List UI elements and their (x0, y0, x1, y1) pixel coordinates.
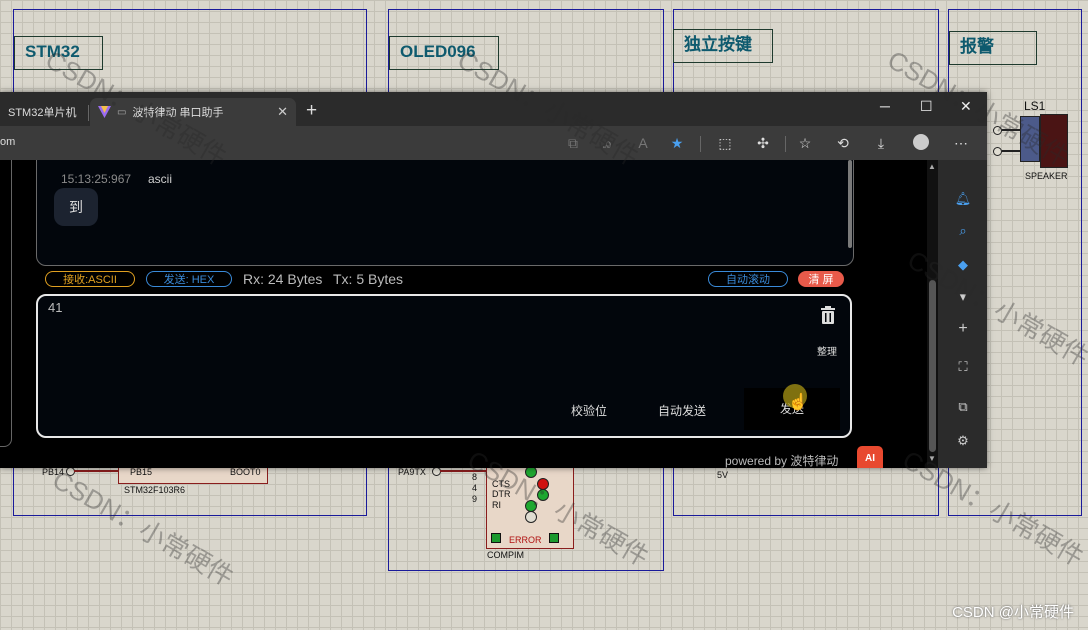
edge-sidebar: 🔔︎ ⌕ ◆ ▾ + ⛶ ⧉ ⚙ (938, 160, 987, 468)
favorites-list-icon[interactable]: ☆ (796, 134, 814, 152)
send-input-panel[interactable]: 41 整理 校验位 自动发送 发送 ☝ (36, 294, 852, 438)
translate-icon[interactable]: A (634, 134, 652, 152)
maximize-button[interactable]: ☐ (920, 98, 933, 115)
url-text[interactable]: om (0, 136, 15, 148)
chevron-down-icon[interactable]: ▾ (954, 288, 972, 306)
history-icon[interactable]: ⟲ (834, 134, 852, 152)
speaker-pin-2 (993, 147, 1002, 156)
tab-bar: STM32单片机 ▭ 波特律动 串口助手 ✕ + ─ ☐ ✕ (0, 92, 987, 126)
tab-serial-label: 波特律动 串口助手 (132, 107, 224, 119)
csdn-footer: CSDN @小常硬件 (952, 604, 1074, 621)
app-logo-icon (98, 106, 111, 118)
bell-icon[interactable]: 🔔︎ (954, 190, 972, 208)
ls1-label: LS1 (1024, 99, 1046, 113)
tidy-button[interactable]: 整理 (817, 343, 837, 358)
page-scrollbar-thumb[interactable] (929, 280, 936, 452)
pin4-label: 4 (472, 483, 478, 493)
error-label: ERROR (509, 535, 542, 545)
more-menu-icon[interactable]: ⋯ (952, 134, 970, 152)
auto-scroll-button[interactable]: 自动滚动 (708, 271, 788, 287)
favorite-star-icon[interactable]: ★ (668, 134, 686, 152)
clear-screen-button[interactable]: 清 屏 (798, 271, 844, 287)
ai-logo-icon[interactable]: AI (857, 446, 883, 468)
pb15-label: PB15 (130, 467, 153, 477)
led-green-2 (537, 489, 549, 501)
search-icon[interactable]: ⌕ (954, 222, 972, 240)
send-input-text[interactable]: 41 (48, 300, 62, 315)
toolbar-divider (700, 136, 701, 152)
hand-cursor-icon: ☝ (788, 394, 808, 411)
button-title: 独立按键 (673, 29, 773, 63)
pb14-wire (74, 470, 118, 472)
auto-send-button[interactable]: 自动发送 (658, 402, 706, 419)
boot-label: BOOT0 (230, 467, 261, 477)
read-aloud-icon[interactable]: ꭿ (598, 134, 616, 152)
address-bar: om ⧉ ꭿ A ★ ⬚ ✣ ☆ ⟲ ⤓ ⋯ (0, 126, 987, 160)
tab-close-icon[interactable]: ✕ (277, 104, 288, 120)
tag-icon[interactable]: ◆ (954, 256, 972, 274)
ri-label: RI (492, 500, 501, 510)
speaker-pin-1 (993, 126, 1002, 135)
add-icon[interactable]: + (954, 320, 972, 338)
external-link-icon[interactable]: ⧉ (954, 398, 972, 416)
compim-pad-left (491, 533, 501, 543)
close-window-button[interactable]: ✕ (960, 98, 972, 115)
control-row: 接收:ASCII 发送: HEX Rx: 24 Bytes Tx: 5 Byte… (0, 268, 938, 290)
log-message-bubble: 到 (54, 188, 98, 226)
tab-sleep-icon: ▭ (117, 106, 127, 118)
fivev-label: 5V (717, 470, 729, 480)
alarm-title: 报警 (949, 31, 1037, 65)
oled-title: OLED096 (389, 36, 499, 70)
new-tab-button[interactable]: + (306, 101, 317, 120)
downloads-icon[interactable]: ⤓ (872, 134, 890, 152)
stm32-title: STM32 (14, 36, 103, 70)
pa9-label: PA9TX (398, 467, 426, 477)
open-external-icon[interactable]: ⧉ (564, 134, 582, 152)
tx-count: Tx: 5 Bytes (333, 271, 404, 287)
extension-mask-icon[interactable]: ⬚ (716, 134, 734, 152)
toolbar-divider-2 (785, 136, 786, 152)
pa9-wire (440, 470, 488, 472)
tab-serial-assistant[interactable]: ▭ 波特律动 串口助手 ✕ (90, 98, 296, 126)
speaker-label: SPEAKER (1025, 171, 1068, 181)
cts-label: CTS (492, 479, 510, 489)
page-content: 15:13:25:967 ascii 到 接收:ASCII 发送: HEX Rx… (0, 160, 938, 468)
speaker-cone-icon (1040, 114, 1068, 168)
dtr-label: DTR (492, 489, 511, 499)
log-encoding: ascii (148, 172, 173, 186)
led-off (525, 511, 537, 523)
pin9-label: 9 (472, 494, 478, 504)
speaker-wire-2 (1002, 150, 1020, 152)
pb14-label: PB14 (42, 467, 65, 477)
speaker-wire-1 (1002, 129, 1020, 131)
compim-label: COMPIM (487, 550, 524, 560)
log-timestamp: 15:13:25:967 (61, 172, 132, 186)
left-panel (0, 160, 12, 447)
screenshot-icon[interactable]: ⛶ (954, 358, 972, 376)
scroll-down-icon[interactable]: ▼ (928, 454, 936, 463)
tab-separator (88, 105, 89, 121)
trash-icon[interactable] (820, 306, 836, 324)
tab-stm32[interactable]: STM32单片机 (0, 98, 88, 126)
pin8-label: 8 (472, 472, 478, 482)
minimize-button[interactable]: ─ (880, 98, 890, 114)
settings-gear-icon[interactable]: ⚙ (954, 432, 972, 450)
log-scrollbar[interactable] (848, 160, 852, 248)
receive-mode-button[interactable]: 接收:ASCII (45, 271, 135, 287)
powered-by-text: powered by 波特律动 (725, 454, 839, 468)
extensions-puzzle-icon[interactable]: ✣ (754, 134, 772, 152)
tab-stm32-label: STM32单片机 (8, 107, 77, 119)
browser-window: STM32单片机 ▭ 波特律动 串口助手 ✕ + ─ ☐ ✕ om ⧉ ꭿ A … (0, 92, 987, 468)
checksum-button[interactable]: 校验位 (571, 402, 607, 419)
send-mode-button[interactable]: 发送: HEX (146, 271, 232, 287)
compim-pad-right (549, 533, 559, 543)
speaker-icon (1020, 116, 1040, 162)
scroll-up-icon[interactable]: ▲ (928, 162, 936, 171)
profile-avatar-icon[interactable] (912, 134, 930, 152)
chip-name: STM32F103R6 (124, 485, 186, 495)
rx-count: Rx: 24 Bytes (243, 271, 323, 287)
